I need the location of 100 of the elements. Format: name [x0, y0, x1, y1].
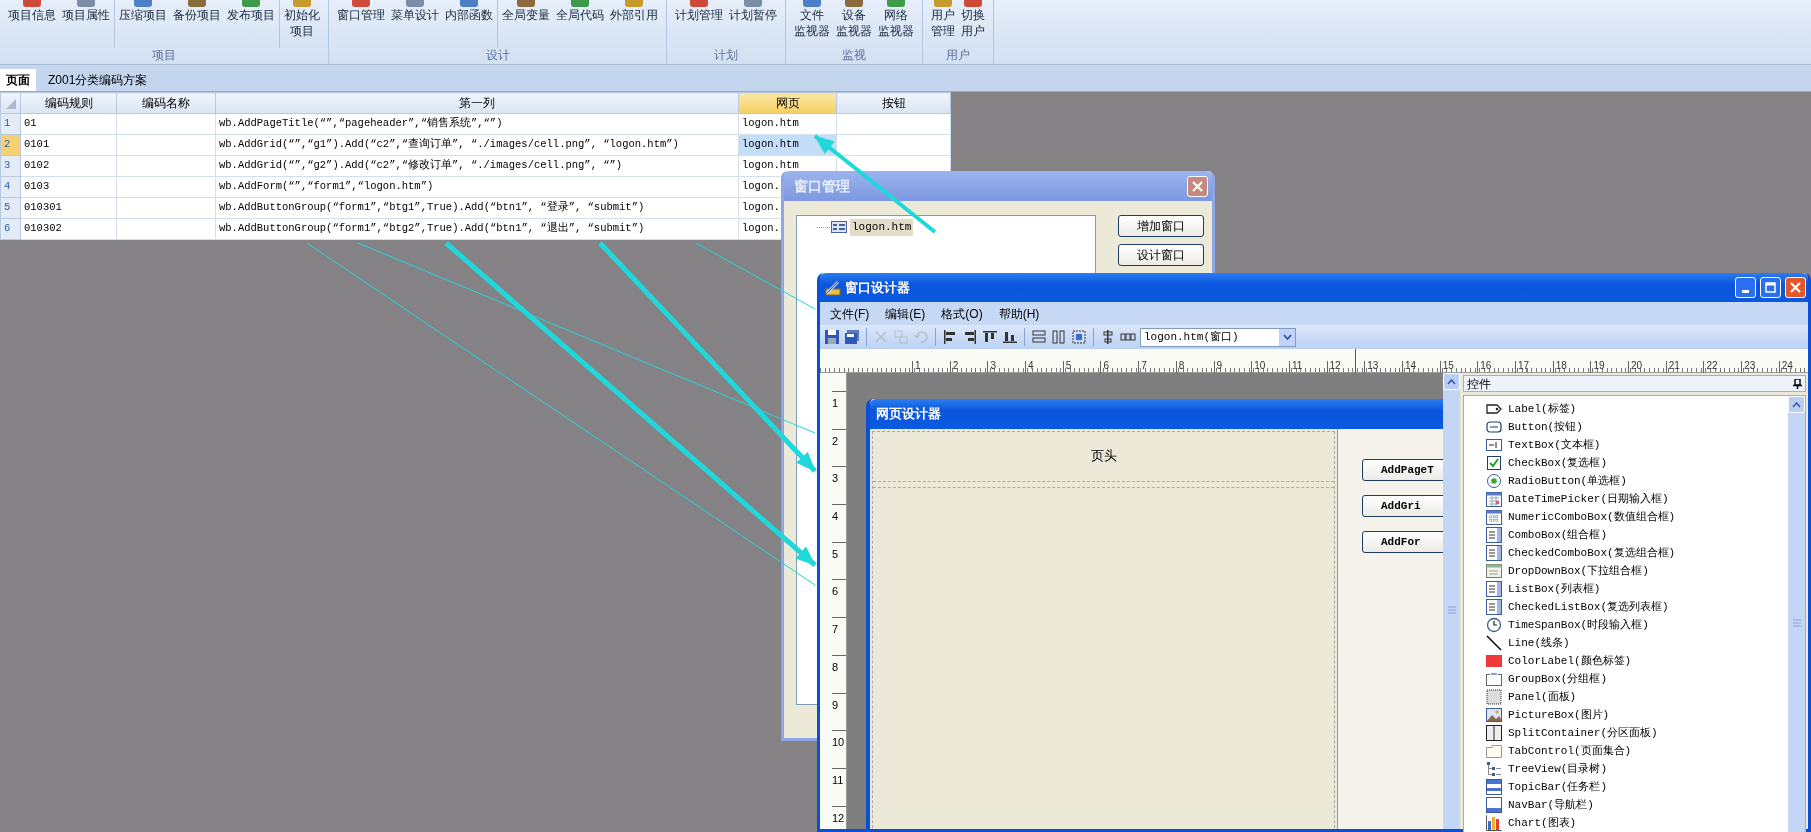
ribbon-button[interactable]: 全局代码 — [556, 0, 604, 48]
ribbon-button[interactable]: 压缩项目 — [119, 0, 167, 48]
ribbon-button[interactable]: 文件 监视器 — [794, 0, 830, 48]
ribbon-button[interactable]: 设备 监视器 — [836, 0, 872, 48]
chevron-down-icon — [1282, 334, 1292, 340]
add-button[interactable]: AddFor — [1362, 531, 1443, 553]
control-item[interactable]: ComboBox(组合框) — [1486, 526, 1788, 544]
ribbon-button[interactable]: 内部函数 — [445, 0, 493, 48]
control-item[interactable]: TimeSpanBox(时段输入框) — [1486, 616, 1788, 634]
control-item[interactable]: CheckedComboBox(复选组合框) — [1486, 544, 1788, 562]
add-button[interactable]: AddPageT — [1362, 459, 1443, 481]
document-tab[interactable]: Z001分类编码方案 — [42, 69, 154, 91]
ribbon-button[interactable]: 用户 管理 — [931, 0, 955, 48]
dialog-button[interactable]: 设计窗口 — [1118, 244, 1204, 266]
bar-panel-icon — [1486, 797, 1502, 813]
picture-icon — [1486, 707, 1502, 723]
control-item[interactable]: Panel(面板) — [1486, 688, 1788, 706]
dialog-button[interactable]: 增加窗口 — [1118, 215, 1204, 237]
control-item[interactable]: Line(线条) — [1486, 634, 1788, 652]
menu-item[interactable]: 文件(F) — [830, 304, 870, 323]
maximize-button[interactable] — [1760, 277, 1781, 298]
ribbon-button[interactable]: 菜单设计 — [391, 0, 439, 48]
scroll-up-button[interactable] — [1788, 396, 1805, 413]
row-number[interactable]: 1 — [0, 113, 21, 135]
same-width-icon[interactable] — [1031, 329, 1047, 345]
close-button[interactable] — [1785, 277, 1806, 298]
control-item[interactable]: ColorLabel(颜色标签) — [1486, 652, 1788, 670]
menu-item[interactable]: 编辑(E) — [885, 304, 926, 323]
ribbon-button[interactable]: 切换 用户 — [961, 0, 985, 48]
swatch-icon — [1486, 653, 1502, 669]
pin-icon[interactable] — [1793, 378, 1802, 389]
ribbon-button[interactable]: 全局变量 — [502, 0, 550, 48]
row-number[interactable]: 6 — [0, 218, 21, 240]
control-item[interactable]: TabControl(页面集合) — [1486, 742, 1788, 760]
control-item[interactable]: SplitContainer(分区面板) — [1486, 724, 1788, 742]
tree-icon — [1486, 761, 1502, 777]
tool-icon — [134, 0, 152, 7]
align-left-icon[interactable] — [942, 329, 958, 345]
scroll-up-button[interactable] — [1443, 373, 1460, 390]
control-item[interactable]: CheckBox(复选框) — [1486, 454, 1788, 472]
row-number[interactable]: 5 — [0, 197, 21, 219]
ribbon-button[interactable]: 发布项目 — [227, 0, 275, 48]
ribbon-button[interactable]: 项目信息 — [8, 0, 56, 48]
control-item[interactable]: TopicBar(任务栏) — [1486, 778, 1788, 796]
control-item[interactable]: DropDownBox(下拉组合框) — [1486, 562, 1788, 580]
control-item[interactable]: DateTimePicker(日期输入框) — [1486, 490, 1788, 508]
row-number[interactable]: 2 — [0, 134, 21, 156]
control-item[interactable]: RadioButton(单选框) — [1486, 472, 1788, 490]
column-header[interactable]: 编码名称 — [116, 92, 216, 114]
control-item[interactable]: Button(按钮) — [1486, 418, 1788, 436]
ribbon-button[interactable]: 计划管理 — [675, 0, 723, 48]
center-icon[interactable] — [1100, 329, 1116, 345]
same-height-icon[interactable] — [1051, 329, 1067, 345]
align-bottom-icon[interactable] — [1002, 329, 1018, 345]
menu-item[interactable]: 帮助(H) — [998, 304, 1040, 323]
control-item[interactable]: Label(标签) — [1486, 400, 1788, 418]
column-header[interactable]: 按钮 — [836, 92, 951, 114]
dropdown-button[interactable] — [1279, 328, 1295, 346]
ribbon-button[interactable]: 窗口管理 — [337, 0, 385, 48]
control-item[interactable]: PictureBox(图片) — [1486, 706, 1788, 724]
list-icon — [1486, 527, 1502, 543]
table-cell[interactable]: logon.htm — [738, 113, 837, 135]
control-item[interactable]: ListBox(列表框) — [1486, 580, 1788, 598]
menu-item[interactable]: 格式(O) — [941, 304, 983, 323]
control-item[interactable]: NumericComboBox(数值组合框) — [1486, 508, 1788, 526]
ribbon-button[interactable]: 项目属性 — [62, 0, 110, 48]
control-item[interactable]: CheckedListBox(复选列表框) — [1486, 598, 1788, 616]
ribbon-button[interactable]: 网络 监视器 — [878, 0, 914, 48]
split-panel-icon — [1486, 725, 1502, 741]
ribbon-button[interactable]: 备份项目 — [173, 0, 221, 48]
column-header[interactable]: 第一列 — [215, 92, 739, 114]
control-item[interactable]: Chart(图表) — [1486, 814, 1788, 832]
control-item[interactable]: TreeView(目录树) — [1486, 760, 1788, 778]
floppy-disks-icon[interactable] — [844, 329, 860, 345]
column-header[interactable]: 网页 — [738, 92, 837, 114]
add-button[interactable]: AddGri — [1362, 495, 1443, 517]
control-item[interactable]: NavBar(导航栏) — [1486, 796, 1788, 814]
same-size-icon[interactable] — [1071, 329, 1087, 345]
group-label: 用户 — [945, 48, 971, 64]
column-header[interactable]: 编码规则 — [20, 92, 117, 114]
control-item[interactable]: TextBox(文本框) — [1486, 436, 1788, 454]
panel-title: 控件 — [1467, 375, 1491, 393]
tool-icon — [934, 0, 952, 7]
align-right-icon[interactable] — [962, 329, 978, 345]
row-number[interactable]: 3 — [0, 155, 21, 177]
close-button[interactable] — [1187, 175, 1208, 197]
minimize-button[interactable] — [1735, 277, 1756, 298]
ribbon-button[interactable]: 计划暂停 — [729, 0, 777, 48]
ribbon-button[interactable]: 初始化 项目 — [284, 0, 320, 48]
ribbon-button[interactable]: 外部引用 — [610, 0, 658, 48]
align-top-icon[interactable] — [982, 329, 998, 345]
window-select-field[interactable]: logon.htm(窗口) — [1140, 327, 1296, 347]
ruler-number: 12 — [832, 811, 845, 825]
control-item[interactable]: GroupBox(分组框) — [1486, 670, 1788, 688]
corner-cell[interactable] — [0, 92, 21, 114]
list-icon — [1486, 599, 1502, 615]
row-number[interactable]: 4 — [0, 176, 21, 198]
document-tab[interactable]: 页面 — [0, 69, 36, 91]
tree-item[interactable]: logon.htm — [850, 219, 914, 236]
control-label: CheckBox(复选框) — [1508, 455, 1607, 471]
